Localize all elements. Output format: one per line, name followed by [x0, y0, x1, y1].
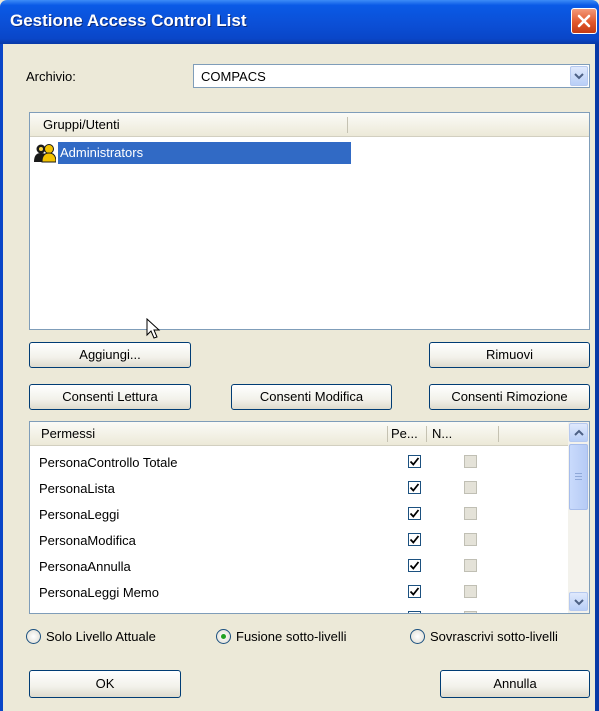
groups-column-header[interactable]: Gruppi/Utenti — [43, 117, 120, 132]
window-border-left — [0, 44, 3, 711]
close-button[interactable] — [571, 8, 597, 34]
permit-checkbox[interactable] — [408, 533, 421, 546]
list-item[interactable]: Administrators — [34, 142, 351, 164]
close-icon — [577, 14, 591, 28]
archivio-value: COMPACS — [201, 69, 266, 84]
deny-checkbox[interactable] — [464, 559, 477, 572]
permit-column-header[interactable]: Pe... — [391, 426, 418, 441]
rimuovi-button[interactable]: Rimuovi — [429, 342, 590, 368]
aggiungi-button[interactable]: Aggiungi... — [29, 342, 191, 368]
chevron-down-icon — [574, 73, 584, 80]
permission-name: PersonaModifica — [39, 533, 136, 548]
window-border-right — [595, 44, 599, 711]
permission-row[interactable]: PersonaControllo Totale — [30, 449, 568, 475]
deny-checkbox[interactable] — [464, 507, 477, 520]
consenti-lettura-button[interactable]: Consenti Lettura — [29, 384, 191, 410]
scroll-thumb[interactable] — [569, 444, 588, 510]
permission-row[interactable]: PersonaAnnulla — [30, 553, 568, 579]
groups-users-list[interactable]: Gruppi/Utenti Administrators — [29, 112, 590, 330]
title-bar: Gestione Access Control List — [0, 0, 599, 44]
users-group-icon — [34, 143, 57, 166]
deny-checkbox[interactable] — [464, 481, 477, 494]
permission-name: PersonaLista — [39, 481, 115, 496]
consenti-rimozione-button[interactable]: Consenti Rimozione — [429, 384, 590, 410]
permit-checkbox[interactable] — [408, 559, 421, 572]
annulla-button[interactable]: Annulla — [440, 670, 590, 698]
window-title: Gestione Access Control List — [10, 11, 247, 30]
scroll-down-button[interactable] — [569, 592, 588, 611]
permission-row[interactable]: PersonaModifica — [30, 527, 568, 553]
permission-row[interactable]: PersonaLeggi Memo — [30, 579, 568, 605]
permission-name: PersonaLeggi — [39, 507, 120, 522]
permissions-list[interactable]: Permessi Pe... N... PersonaControllo Tot… — [29, 421, 590, 614]
permit-checkbox[interactable] — [408, 507, 421, 520]
consenti-modifica-button[interactable]: Consenti Modifica — [231, 384, 392, 410]
permission-row[interactable]: PersonaModifica Memo — [30, 605, 568, 613]
ok-button[interactable]: OK — [29, 670, 181, 698]
permit-checkbox[interactable] — [408, 611, 421, 613]
chevron-down-icon — [573, 598, 584, 605]
option-label: Sovrascrivi sotto-livelli — [430, 629, 558, 644]
permission-row[interactable]: PersonaLista — [30, 475, 568, 501]
permission-name: PersonaControllo Totale — [39, 455, 178, 470]
radio-button[interactable] — [410, 629, 425, 644]
radio-button[interactable] — [26, 629, 41, 644]
column-separator — [426, 426, 427, 442]
permission-name: PersonaLeggi Memo — [39, 585, 159, 600]
permessi-column-header[interactable]: Permessi — [41, 426, 95, 441]
radio-button[interactable] — [216, 629, 231, 644]
permission-name: PersonaModifica Memo — [39, 611, 176, 613]
chevron-up-icon — [573, 429, 584, 436]
deny-checkbox[interactable] — [464, 455, 477, 468]
deny-checkbox[interactable] — [464, 585, 477, 598]
permit-checkbox[interactable] — [408, 481, 421, 494]
deny-checkbox[interactable] — [464, 533, 477, 546]
mouse-cursor-icon — [146, 318, 161, 339]
group-name: Administrators — [58, 142, 351, 164]
deny-checkbox[interactable] — [464, 611, 477, 613]
permissions-list-header: Permessi Pe... N... — [30, 422, 568, 446]
column-separator — [347, 117, 348, 133]
dropdown-arrow-button[interactable] — [570, 66, 588, 86]
permission-name: PersonaAnnulla — [39, 559, 131, 574]
deny-column-header[interactable]: N... — [432, 426, 452, 441]
option-label: Solo Livello Attuale — [46, 629, 156, 644]
column-separator — [498, 426, 499, 442]
groups-list-header: Gruppi/Utenti — [30, 113, 589, 137]
archivio-dropdown[interactable]: COMPACS — [193, 64, 590, 88]
permit-checkbox[interactable] — [408, 455, 421, 468]
option-label: Fusione sotto-livelli — [236, 629, 347, 644]
column-separator — [387, 426, 388, 442]
archivio-label: Archivio: — [26, 69, 76, 84]
permit-checkbox[interactable] — [408, 585, 421, 598]
permissions-scrollbar[interactable] — [568, 422, 589, 613]
permission-row[interactable]: PersonaLeggi — [30, 501, 568, 527]
scroll-up-button[interactable] — [569, 423, 588, 442]
